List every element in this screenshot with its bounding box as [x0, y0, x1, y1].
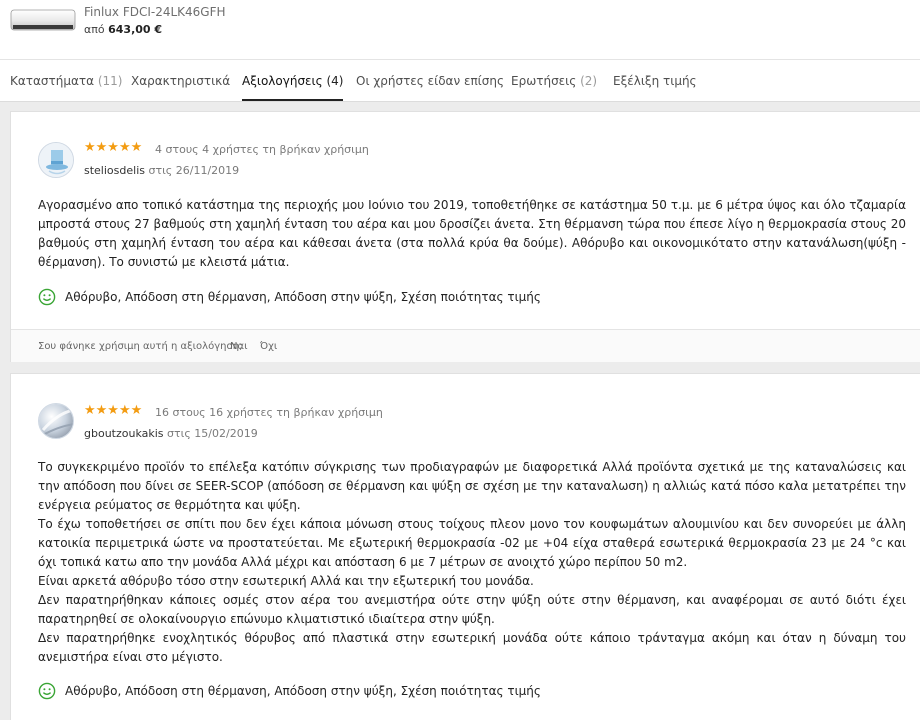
rating-stars: ★★★★★: [84, 403, 143, 418]
tab-specifications[interactable]: Χαρακτηριστικά: [131, 74, 230, 88]
smiley-icon: [38, 682, 56, 700]
tab-stores[interactable]: Καταστήματα (11): [10, 74, 123, 88]
product-name[interactable]: Finlux FDCI-24LK46GFH: [84, 5, 226, 19]
review-feedback-bar: Σου φάνηκε χρήσιμη αυτή η αξιολόγηση; Να…: [11, 329, 920, 362]
abstract-avatar-icon: [39, 404, 73, 438]
tab-price-history[interactable]: Εξέλιξη τιμής: [613, 74, 697, 88]
tab-users-also-viewed[interactable]: Οι χρήστες είδαν επίσης: [356, 74, 504, 88]
review-paragraph: Δεν παρατηρήθηκαν κάποιες οσμές στον αέρ…: [38, 593, 906, 626]
air-conditioner-thumbnail[interactable]: [10, 8, 76, 34]
review-author: steliosdelis στις 26/11/2019: [84, 164, 239, 177]
rating-stars: ★★★★★: [84, 140, 143, 155]
tab-label: Καταστήματα: [10, 74, 95, 88]
tab-count: (11): [97, 74, 123, 88]
tab-label: Ερωτήσεις: [511, 74, 577, 88]
tab-label: Οι χρήστες είδαν επίσης: [356, 74, 504, 88]
helpful-no-link[interactable]: Όχι: [260, 341, 277, 352]
pros-list: Αθόρυβο, Απόδοση στη θέρμανση, Απόδοση σ…: [65, 684, 541, 698]
avatar[interactable]: [38, 142, 74, 178]
username[interactable]: steliosdelis: [84, 164, 145, 177]
price-prefix: από: [84, 23, 105, 36]
helpful-yes-link[interactable]: Ναι: [230, 341, 247, 352]
tab-label: Χαρακτηριστικά: [131, 74, 231, 88]
product-price-row: από 643,00 €: [84, 23, 162, 36]
review-author: gboutzoukakis στις 15/02/2019: [84, 427, 258, 440]
review-date: στις 15/02/2019: [167, 427, 258, 440]
product-header: Finlux FDCI-24LK46GFH από 643,00 €: [0, 0, 920, 59]
product-price: 643,00 €: [108, 23, 163, 36]
review-paragraph: Δεν παρατηρήθηκε ενοχλητικός θόρυβος από…: [38, 631, 906, 664]
tab-questions[interactable]: Ερωτήσεις (2): [511, 74, 597, 88]
avatar[interactable]: [38, 403, 74, 439]
review-date: στις 26/11/2019: [148, 164, 240, 177]
username[interactable]: gboutzoukakis: [84, 427, 164, 440]
review-paragraph: Το συγκεκριμένο προϊόν το επέλεξα κατόπι…: [38, 460, 906, 512]
review-card: ★★★★★ 4 στους 4 χρήστες τη βρήκαν χρήσιμ…: [10, 111, 920, 362]
tab-reviews[interactable]: Αξιολογήσεις (4): [242, 74, 344, 101]
feedback-question: Σου φάνηκε χρήσιμη αυτή η αξιολόγηση;: [38, 341, 243, 352]
pros-list: Αθόρυβο, Απόδοση στη θέρμανση, Απόδοση σ…: [65, 290, 541, 304]
review-card: ★★★★★ 16 στους 16 χρήστες τη βρήκαν χρήσ…: [10, 373, 920, 720]
tab-count: (2): [580, 74, 598, 88]
helpful-count: 16 στους 16 χρήστες τη βρήκαν χρήσιμη: [155, 406, 383, 419]
review-text: Αγορασμένο απο τοπικό κατάστημα της περι…: [38, 198, 906, 269]
product-tabs: Καταστήματα (11) Χαρακτηριστικά Αξιολογή…: [0, 59, 920, 102]
review-paragraph: Είναι αρκετά αθόρυβο τόσο στην εσωτερική…: [38, 574, 534, 588]
review-paragraph: Το έχω τοποθετήσει σε σπίτι που δεν έχει…: [38, 517, 906, 569]
tab-label: Εξέλιξη τιμής: [613, 74, 697, 88]
helpful-count: 4 στους 4 χρήστες τη βρήκαν χρήσιμη: [155, 143, 369, 156]
tab-label: Αξιολογήσεις: [242, 74, 323, 88]
smiley-icon: [38, 288, 56, 306]
review-text: Το συγκεκριμένο προϊόν το επέλεξα κατόπι…: [38, 458, 906, 667]
tab-count: (4): [326, 74, 344, 88]
top-hat-avatar-icon: [39, 143, 73, 177]
